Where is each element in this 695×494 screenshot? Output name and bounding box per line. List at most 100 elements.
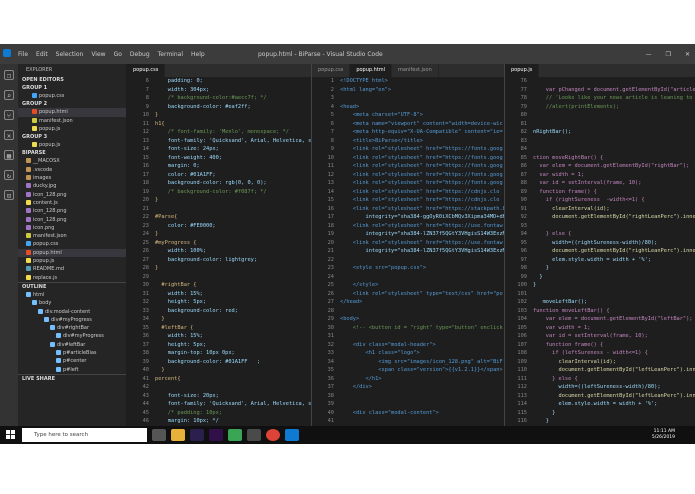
file-item[interactable]: replace.js — [18, 274, 126, 282]
menu-item[interactable]: View — [91, 51, 105, 58]
window-control-button[interactable]: — — [646, 51, 652, 58]
file-item[interactable]: manifest.json — [18, 232, 126, 240]
xd-icon[interactable] — [247, 429, 261, 441]
code-line: 14 font-size: 24px; — [127, 145, 311, 154]
window-control-button[interactable]: ❐ — [666, 51, 671, 58]
editor-css[interactable]: popup.css 6 padding: 0; 7 width: 304px; 8 … — [127, 64, 311, 436]
green-app-icon[interactable] — [228, 429, 242, 441]
file-item[interactable]: popup.css — [18, 92, 126, 100]
line-number: 101 — [517, 290, 527, 297]
file-item[interactable]: popup.js — [18, 257, 126, 265]
code-text: <img src="images/icon_128.png" alt="BiF — [340, 358, 503, 365]
file-item[interactable]: manifest.json — [18, 117, 126, 125]
menu-item[interactable]: Debug — [130, 51, 150, 58]
file-item[interactable]: popup.html — [18, 248, 126, 258]
file-item[interactable]: popup.js — [18, 125, 126, 133]
explorer-icon[interactable]: ❐ — [4, 70, 14, 80]
code-text: if (rightSureness -width<=1) { — [533, 197, 645, 203]
file-item[interactable]: images — [18, 174, 126, 182]
outline-item[interactable]: p#articleBias — [18, 349, 126, 357]
tab-manifest-json[interactable]: manifest.json — [392, 64, 439, 77]
outline-item[interactable]: div#leftBar — [18, 341, 126, 349]
taskbar-clock[interactable]: 11:11 AM 5/26/2019 — [652, 429, 675, 441]
task-view-icon[interactable] — [152, 429, 166, 441]
file-item[interactable]: ducky.jpg — [18, 182, 126, 190]
code-line: 4 <head> — [312, 103, 504, 112]
menu-item[interactable]: Edit — [36, 51, 48, 58]
file-item[interactable]: .vscode — [18, 166, 126, 174]
project-header[interactable]: BIPARSE — [18, 149, 126, 157]
file-item[interactable]: icon_128.png — [18, 216, 126, 224]
code-line: 26 <link rel="stylesheet" type="text/css… — [312, 290, 504, 299]
file-item[interactable]: icon_128.png — [18, 191, 126, 199]
group1-header[interactable]: GROUP 1 — [18, 84, 126, 92]
outline-item[interactable]: p#center — [18, 357, 126, 365]
code-line: 30 #rightBar { — [127, 281, 311, 290]
line-number: 95 — [520, 239, 527, 246]
taskbar-apps — [152, 429, 299, 441]
outline-item[interactable]: p#left — [18, 366, 126, 374]
code-text: <link rel="stylesheet" href="https://cdn… — [340, 197, 500, 203]
outline-item[interactable]: div#myProgress — [18, 332, 126, 340]
file-icon — [26, 166, 31, 172]
code-text: margin: 0; — [155, 163, 200, 169]
outline-item[interactable]: div#rightBar — [18, 324, 126, 332]
menu-item[interactable]: Terminal — [158, 51, 183, 58]
remote-icon[interactable]: ⊡ — [4, 190, 14, 200]
debug-icon[interactable]: ✕ — [4, 130, 14, 140]
tab-popup-css[interactable]: popup.css — [312, 64, 351, 77]
live-share-icon[interactable]: ↻ — [4, 170, 14, 180]
menu-item[interactable]: Go — [114, 51, 122, 58]
file-item[interactable]: content.js — [18, 199, 126, 207]
file-item[interactable]: icon_128.png — [18, 207, 126, 215]
taskbar-search-input[interactable]: Type here to search — [22, 428, 147, 442]
live-share-header[interactable]: LIVE SHARE — [18, 373, 126, 383]
outline-item[interactable]: html — [18, 291, 126, 299]
menu-item[interactable]: File — [18, 51, 28, 58]
window-control-button[interactable]: ✕ — [685, 51, 690, 58]
outline-item[interactable]: body — [18, 299, 126, 307]
group2-header[interactable]: GROUP 2 — [18, 100, 126, 108]
tab-popup-html[interactable]: popup.html — [350, 64, 393, 77]
code-area-css[interactable]: 6 padding: 0; 7 width: 304px; 8 /* backgro… — [127, 77, 311, 436]
file-item[interactable]: README.md — [18, 265, 126, 273]
code-area-html[interactable]: 1 <!DOCTYPE html> 2 <html lang="en"> 3 4 <head… — [312, 77, 504, 436]
chrome-icon[interactable] — [266, 429, 280, 441]
line-number: 8 — [145, 95, 149, 101]
code-text: //alert(printElements); — [533, 103, 620, 110]
outline-item[interactable]: div.modal-content — [18, 308, 126, 316]
after-effects-icon[interactable] — [209, 429, 223, 441]
group3-header[interactable]: GROUP 3 — [18, 133, 126, 141]
source-control-icon[interactable]: ⑂ — [4, 110, 14, 120]
menu-item[interactable]: Help — [191, 51, 205, 58]
editor-html[interactable]: popup.css popup.html manifest.json 1 <!DOCT… — [312, 64, 504, 436]
outline-header[interactable]: OUTLINE — [18, 281, 126, 291]
open-editors-header[interactable]: OPEN EDITORS — [18, 76, 126, 84]
window-controls: — ❐ ✕ — [646, 51, 690, 58]
menu-item[interactable]: Selection — [56, 51, 84, 58]
code-area-js[interactable]: 76 77 var pChanged = document.getElementB… — [505, 77, 695, 436]
editor-js[interactable]: popup.js 76 77 var pChanged = document.ge… — [505, 64, 695, 436]
file-icon — [26, 241, 31, 247]
code-line: 23 <style src="popup.css"> — [312, 264, 504, 273]
file-item[interactable]: popup.html — [18, 108, 126, 117]
code-line: 79 //alert(printElements); — [505, 103, 695, 112]
code-text: font-size: 20px; — [155, 392, 219, 399]
file-item[interactable]: icon.png — [18, 224, 126, 232]
line-number: 39 — [142, 358, 149, 365]
tab-popup-css[interactable]: popup.css — [127, 64, 166, 77]
file-item[interactable]: __MACOSX — [18, 157, 126, 165]
premiere-icon[interactable] — [190, 429, 204, 441]
extensions-icon[interactable]: ▦ — [4, 150, 14, 160]
file-icon — [32, 93, 37, 98]
tab-popup-js[interactable]: popup.js — [505, 64, 540, 77]
file-explorer-icon[interactable] — [171, 429, 185, 441]
file-item[interactable]: popup.css — [18, 240, 126, 248]
windows-start-icon[interactable] — [6, 430, 15, 439]
code-text: <meta http-equiv="X-UA-Compatible" conte… — [340, 129, 503, 135]
code-text: <!-- <button id = "right" type="button" … — [340, 324, 503, 331]
search-icon[interactable]: ⌕ — [4, 90, 14, 100]
vscode-taskbar-icon[interactable] — [285, 429, 299, 441]
file-item[interactable]: popup.js — [18, 141, 126, 149]
outline-item[interactable]: div#myProgress — [18, 316, 126, 324]
